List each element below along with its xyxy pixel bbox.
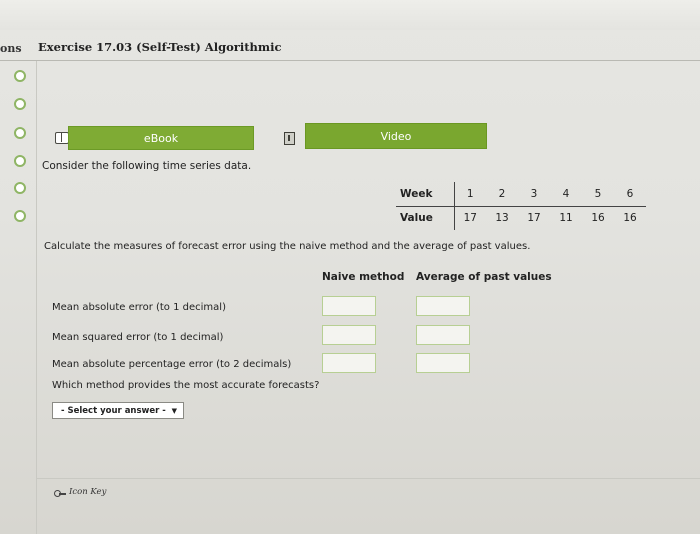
mae-label: Mean absolute error (to 1 decimal) — [52, 302, 226, 313]
mse-label: Mean squared error (to 1 decimal) — [52, 332, 224, 343]
header-divider — [0, 60, 700, 61]
question-nav-radio[interactable] — [14, 127, 26, 139]
week-header: Week — [396, 182, 455, 207]
week-row: Week 1 2 3 4 5 6 — [396, 182, 646, 207]
exercise-title: Exercise 17.03 (Self-Test) Algorithmic — [38, 40, 282, 54]
mae-naive-input[interactable] — [322, 296, 376, 316]
week-cell: 3 — [518, 182, 550, 207]
content-left-border — [36, 61, 37, 534]
select-value: - Select your answer - — [61, 405, 166, 416]
naive-method-header: Naive method — [322, 271, 405, 283]
film-icon — [284, 132, 295, 145]
accuracy-select[interactable]: - Select your answer - ▼ — [52, 402, 184, 419]
video-button[interactable]: Video — [305, 123, 487, 149]
mse-average-input[interactable] — [416, 325, 470, 345]
value-cell: 17 — [527, 212, 541, 225]
week-cell: 5 — [582, 182, 614, 207]
question-nav-radio[interactable] — [14, 98, 26, 110]
week-cell: 4 — [550, 182, 582, 207]
value-cell: 16 — [623, 212, 637, 225]
value-header: Value — [396, 206, 455, 230]
ebook-button[interactable]: eBook — [68, 126, 254, 150]
question-nav-radio[interactable] — [14, 155, 26, 167]
problem-prompt: Consider the following time series data. — [42, 160, 252, 172]
value-cell: 13 — [495, 212, 509, 225]
key-icon — [54, 490, 66, 497]
question-nav-radio[interactable] — [14, 182, 26, 194]
mape-average-input[interactable] — [416, 353, 470, 373]
value-cell: 11 — [559, 212, 573, 225]
question-text: Calculate the measures of forecast error… — [44, 241, 531, 252]
page-background — [0, 0, 700, 534]
question-nav-radio[interactable] — [14, 210, 26, 222]
question-nav-radio[interactable] — [14, 70, 26, 82]
mae-average-input[interactable] — [416, 296, 470, 316]
chevron-down-icon: ▼ — [171, 406, 177, 415]
book-icon — [55, 132, 69, 144]
content-bottom-border — [36, 478, 700, 479]
top-strip — [0, 0, 700, 30]
nav-tab-partial[interactable]: ons — [0, 42, 22, 55]
accuracy-question: Which method provides the most accurate … — [52, 380, 320, 391]
icon-key-link[interactable]: Icon Key — [69, 487, 106, 497]
value-cell: 17 — [463, 212, 477, 225]
average-past-values-header: Average of past values — [416, 271, 552, 283]
mape-naive-input[interactable] — [322, 353, 376, 373]
week-cell: 6 — [614, 182, 646, 207]
mse-naive-input[interactable] — [322, 325, 376, 345]
week-cell: 2 — [486, 182, 518, 207]
week-cell: 1 — [454, 182, 486, 207]
value-cell: 16 — [591, 212, 605, 225]
mape-label: Mean absolute percentage error (to 2 dec… — [52, 359, 292, 370]
time-series-table: Week 1 2 3 4 5 6 Value 17 13 17 11 16 16 — [396, 182, 646, 230]
value-row: Value 17 13 17 11 16 16 — [396, 206, 646, 230]
